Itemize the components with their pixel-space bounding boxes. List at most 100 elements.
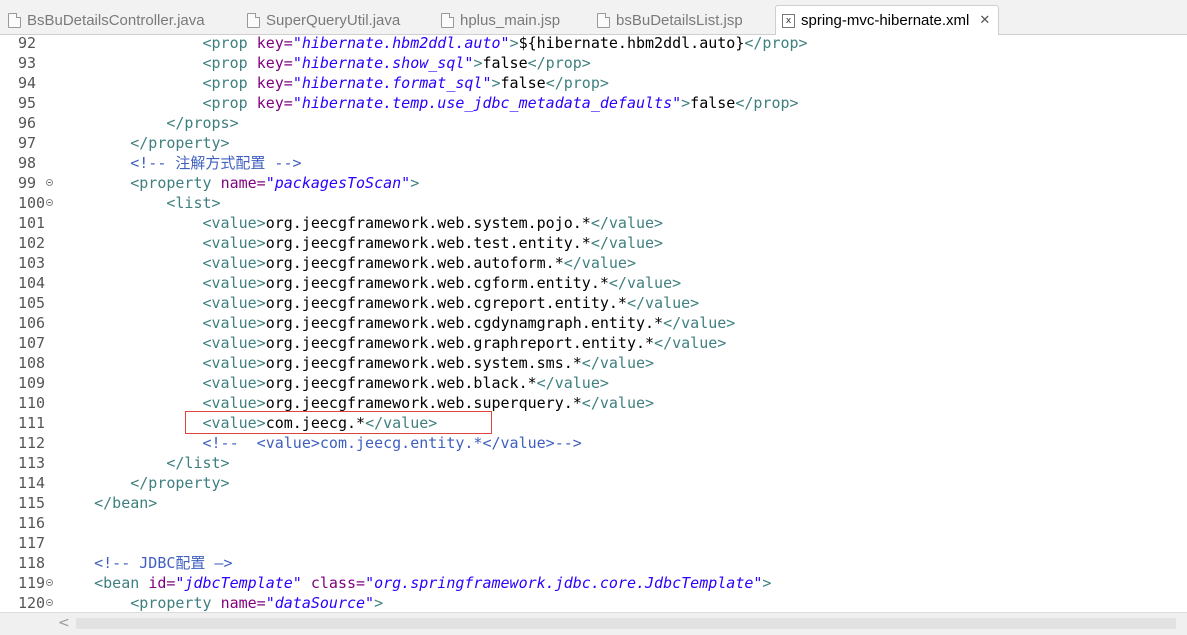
jsp-file-icon <box>597 12 610 28</box>
code-line[interactable]: 108 <value>org.jeecgframework.web.system… <box>0 353 1187 373</box>
tab-label: bsBuDetailsList.jsp <box>616 11 743 29</box>
code-text: <value>org.jeecgframework.web.black.*</v… <box>202 374 609 392</box>
line-number: 109 <box>18 374 46 392</box>
code-text: <!-- 注解方式配置 --> <box>130 154 302 172</box>
code-line[interactable]: 107 <value>org.jeecgframework.web.graphr… <box>0 333 1187 353</box>
fold-collapse-icon[interactable] <box>46 579 53 586</box>
code-line[interactable]: 113 </list> <box>0 453 1187 473</box>
line-number: 97 <box>18 134 37 152</box>
code-text: <value>org.jeecgframework.web.cgreport.e… <box>202 294 700 312</box>
code-text: </props> <box>166 114 239 132</box>
line-number: 93 <box>18 54 37 72</box>
code-line[interactable]: 94 <prop key="hibernate.format_sql">fals… <box>0 73 1187 93</box>
line-number: 117 <box>18 534 46 552</box>
fold-collapse-icon[interactable] <box>46 199 53 206</box>
code-line[interactable]: 116 <box>0 513 1187 533</box>
tab-label: SuperQueryUtil.java <box>266 11 401 29</box>
line-number: 116 <box>18 514 46 532</box>
code-line[interactable]: 93 <prop key="hibernate.show_sql">false<… <box>0 53 1187 73</box>
close-tab-icon[interactable]: ✕ <box>979 13 990 28</box>
code-line[interactable]: 100 <list> <box>0 193 1187 213</box>
line-number: 115 <box>18 494 46 512</box>
scroll-left-icon[interactable]: < <box>58 615 70 631</box>
line-number: 102 <box>18 234 46 252</box>
line-number: 95 <box>18 94 37 112</box>
line-number: 98 <box>18 154 37 172</box>
line-number: 111 <box>18 414 46 432</box>
code-text: </list> <box>166 454 230 472</box>
line-number: 104 <box>18 274 46 292</box>
line-number: 103 <box>18 254 46 272</box>
xml-file-icon: x <box>782 13 795 28</box>
code-text: <property name="packagesToScan"> <box>130 174 420 192</box>
tab-superqueryutil[interactable]: SuperQueryUtil.java <box>247 6 400 34</box>
code-text: <!-- JDBC配置 —> <box>94 554 233 572</box>
line-number: 101 <box>18 214 46 232</box>
code-line[interactable]: 119 <bean id="jdbcTemplate" class="org.s… <box>0 573 1187 593</box>
fold-collapse-icon[interactable] <box>46 599 53 606</box>
code-line[interactable]: 120 <property name="dataSource"> <box>0 593 1187 611</box>
code-line[interactable]: 115 </bean> <box>0 493 1187 513</box>
code-text: <prop key="hibernate.temp.use_jdbc_metad… <box>202 94 799 112</box>
code-line[interactable]: 101 <value>org.jeecgframework.web.system… <box>0 213 1187 233</box>
java-file-icon <box>8 12 21 28</box>
code-text: <property name="dataSource"> <box>130 594 384 611</box>
jsp-file-icon <box>441 12 454 28</box>
code-text: <prop key="hibernate.show_sql">false</pr… <box>202 54 591 72</box>
line-number: 113 <box>18 454 46 472</box>
tab-hplus-main[interactable]: hplus_main.jsp <box>441 6 560 34</box>
code-text: <prop key="hibernate.format_sql">false</… <box>202 74 609 92</box>
code-line[interactable]: 97 </property> <box>0 133 1187 153</box>
code-line[interactable]: 95 <prop key="hibernate.temp.use_jdbc_me… <box>0 93 1187 113</box>
code-line[interactable]: 118 <!-- JDBC配置 —> <box>0 553 1187 573</box>
line-number: 94 <box>18 74 37 92</box>
code-line[interactable]: 96 </props> <box>0 113 1187 133</box>
code-line[interactable]: 109 <value>org.jeecgframework.web.black.… <box>0 373 1187 393</box>
scrollbar-thumb[interactable] <box>76 618 1176 629</box>
line-number: 110 <box>18 394 46 412</box>
line-number: 118 <box>18 554 46 572</box>
line-number: 108 <box>18 354 46 372</box>
code-line[interactable]: 117 <box>0 533 1187 553</box>
code-text: <!-- <value>com.jeecg.entity.*</value>--… <box>202 434 582 452</box>
code-text: <value>org.jeecgframework.web.autoform.*… <box>202 254 636 272</box>
code-line[interactable]: 111 <value>com.jeecg.*</value> <box>0 413 1187 433</box>
code-text: <value>org.jeecgframework.web.test.entit… <box>202 234 664 252</box>
line-number: 96 <box>18 114 37 132</box>
code-editor[interactable]: 92 <prop key="hibernate.hbm2ddl.auto">${… <box>0 35 1187 611</box>
code-text: <value>org.jeecgframework.web.system.poj… <box>202 214 664 232</box>
line-number: 107 <box>18 334 46 352</box>
code-line[interactable]: 110 <value>org.jeecgframework.web.superq… <box>0 393 1187 413</box>
tab-bsbudetailslist[interactable]: bsBuDetailsList.jsp <box>597 6 743 34</box>
code-line[interactable]: 98 <!-- 注解方式配置 --> <box>0 153 1187 173</box>
code-line[interactable]: 114 </property> <box>0 473 1187 493</box>
code-text: <value>org.jeecgframework.web.superquery… <box>202 394 655 412</box>
line-number: 106 <box>18 314 46 332</box>
tab-bsbudetailscontroller[interactable]: BsBuDetailsController.java <box>8 6 205 34</box>
annotation-highlight-box <box>185 411 492 434</box>
editor-tab-bar: BsBuDetailsController.java SuperQueryUti… <box>0 0 1187 35</box>
code-text: <bean id="jdbcTemplate" class="org.sprin… <box>94 574 772 592</box>
code-line[interactable]: 106 <value>org.jeecgframework.web.cgdyna… <box>0 313 1187 333</box>
horizontal-scrollbar[interactable]: < <box>0 612 1187 635</box>
code-line[interactable]: 103 <value>org.jeecgframework.web.autofo… <box>0 253 1187 273</box>
code-line[interactable]: 99 <property name="packagesToScan"> <box>0 173 1187 193</box>
code-text: <prop key="hibernate.hbm2ddl.auto">${hib… <box>202 35 808 52</box>
code-text: <value>org.jeecgframework.web.cgform.ent… <box>202 274 682 292</box>
code-text: </property> <box>130 134 230 152</box>
code-line[interactable]: 92 <prop key="hibernate.hbm2ddl.auto">${… <box>0 35 1187 53</box>
code-line[interactable]: 112 <!-- <value>com.jeecg.entity.*</valu… <box>0 433 1187 453</box>
code-text: <value>org.jeecgframework.web.graphrepor… <box>202 334 727 352</box>
code-line[interactable]: 102 <value>org.jeecgframework.web.test.e… <box>0 233 1187 253</box>
line-number: 105 <box>18 294 46 312</box>
line-number: 114 <box>18 474 46 492</box>
tab-spring-mvc-hibernate[interactable]: x spring-mvc-hibernate.xml ✕ <box>775 5 1000 35</box>
tab-label: BsBuDetailsController.java <box>27 11 205 29</box>
code-text: </property> <box>130 474 230 492</box>
code-text: </bean> <box>94 494 158 512</box>
code-text: <value>org.jeecgframework.web.system.sms… <box>202 354 655 372</box>
code-line[interactable]: 105 <value>org.jeecgframework.web.cgrepo… <box>0 293 1187 313</box>
code-text: <list> <box>166 194 221 212</box>
code-line[interactable]: 104 <value>org.jeecgframework.web.cgform… <box>0 273 1187 293</box>
fold-collapse-icon[interactable] <box>46 179 53 186</box>
